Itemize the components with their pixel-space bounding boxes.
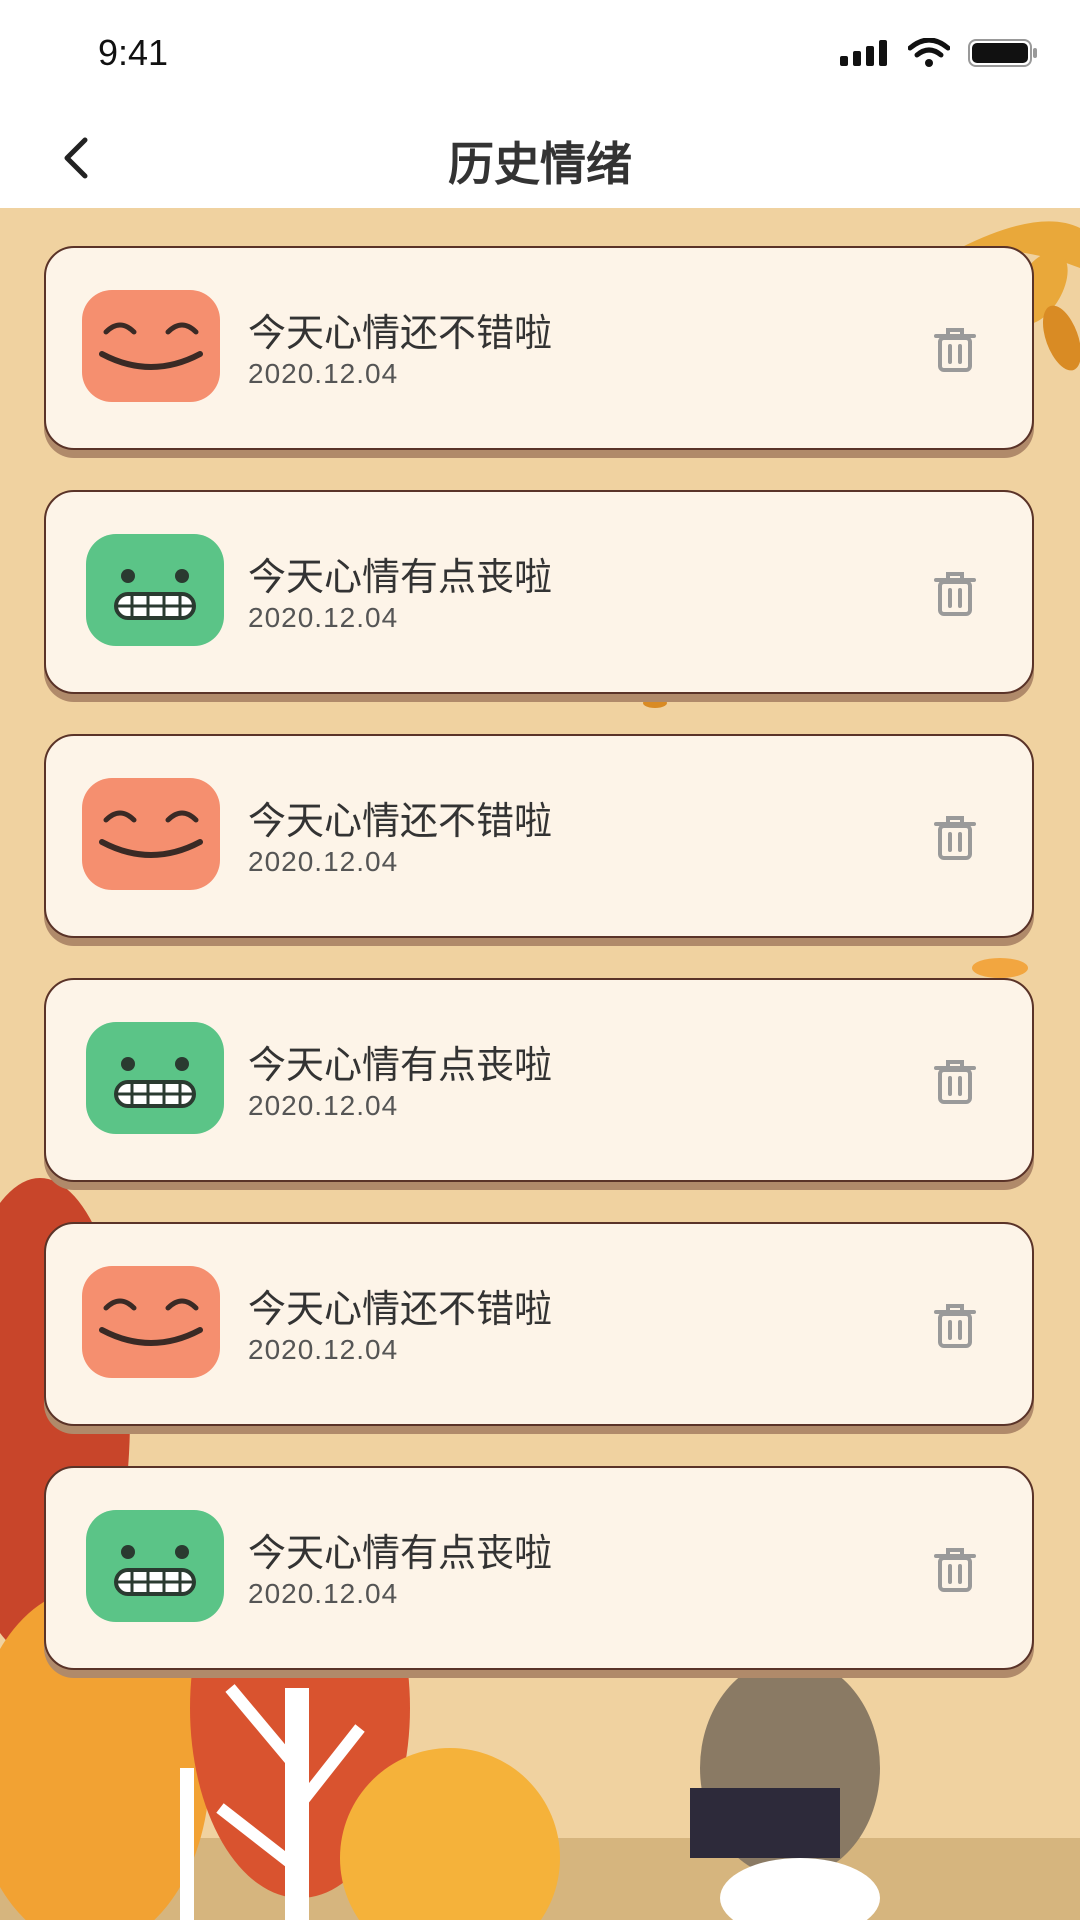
happy-face-icon <box>82 290 220 402</box>
app-screen: 9:41 历史情绪 今天心情还不错啦 2020.12.04 今天心情有点丧啦 2… <box>0 0 1080 1920</box>
mood-entry-card[interactable]: 今天心情有点丧啦 2020.12.04 <box>44 1466 1034 1670</box>
page-title: 历史情绪 <box>448 137 632 191</box>
nav-header: 历史情绪 <box>0 108 1080 208</box>
mood-text: 今天心情还不错啦 <box>248 1287 553 1331</box>
trash-icon[interactable] <box>930 1544 980 1594</box>
grimace-face-icon <box>86 1510 224 1622</box>
mood-date: 2020.12.04 <box>248 1334 399 1365</box>
mood-history-list: 今天心情还不错啦 2020.12.04 今天心情有点丧啦 2020.12.04 <box>44 246 1036 1710</box>
mood-date: 2020.12.04 <box>248 1578 399 1609</box>
grimace-face-icon <box>86 534 224 646</box>
grimace-face-icon <box>86 1022 224 1134</box>
trash-icon[interactable] <box>930 812 980 862</box>
mood-text: 今天心情还不错啦 <box>248 311 553 355</box>
status-bar: 9:41 <box>0 0 1080 108</box>
trash-icon[interactable] <box>930 324 980 374</box>
battery-icon <box>968 39 1037 67</box>
status-icons <box>840 38 1038 68</box>
wifi-icon <box>908 38 950 67</box>
mood-date: 2020.12.04 <box>248 358 399 389</box>
happy-face-icon <box>82 778 220 890</box>
status-time: 9:41 <box>98 32 169 73</box>
mood-entry-card[interactable]: 今天心情还不错啦 2020.12.04 <box>44 734 1034 938</box>
mood-text: 今天心情有点丧啦 <box>248 555 553 599</box>
mood-date: 2020.12.04 <box>248 1090 399 1121</box>
signal-icon <box>840 40 887 66</box>
mood-text: 今天心情还不错啦 <box>248 799 553 843</box>
mood-text: 今天心情有点丧啦 <box>248 1043 553 1087</box>
mood-text: 今天心情有点丧啦 <box>248 1531 553 1575</box>
trash-icon[interactable] <box>930 568 980 618</box>
trash-icon[interactable] <box>930 1300 980 1350</box>
mood-entry-card[interactable]: 今天心情有点丧啦 2020.12.04 <box>44 978 1034 1182</box>
mood-entry-card[interactable]: 今天心情还不错啦 2020.12.04 <box>44 1222 1034 1426</box>
mood-entry-card[interactable]: 今天心情有点丧啦 2020.12.04 <box>44 490 1034 694</box>
happy-face-icon <box>82 1266 220 1378</box>
mood-entry-card[interactable]: 今天心情还不错啦 2020.12.04 <box>44 246 1034 450</box>
trash-icon[interactable] <box>930 1056 980 1106</box>
mood-date: 2020.12.04 <box>248 602 399 633</box>
mood-date: 2020.12.04 <box>248 846 399 877</box>
